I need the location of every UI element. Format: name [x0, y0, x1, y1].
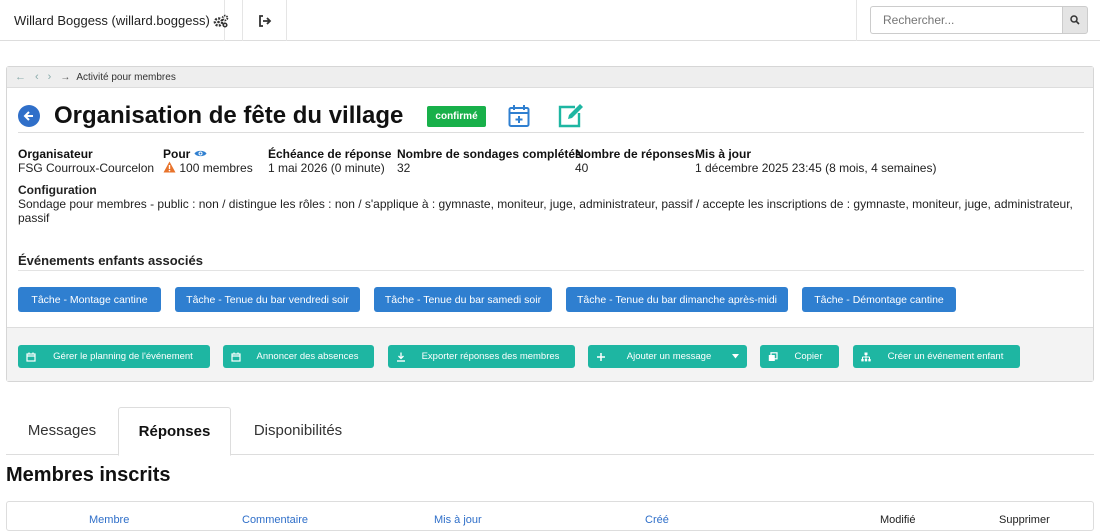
child-event-button[interactable]: Tâche - Tenue du bar dimanche après-midi [566, 287, 788, 312]
button-label: Ajouter un message [626, 351, 712, 362]
meta-label: Nombre de sondages complétés [397, 147, 582, 161]
divider [18, 270, 1084, 271]
create-child-event-button[interactable]: Créer un événement enfant [853, 345, 1020, 368]
button-label: Annoncer des absences [256, 351, 359, 362]
child-event-button[interactable]: Tâche - Tenue du bar samedi soir [374, 287, 552, 312]
column-header-member[interactable]: Membre [89, 514, 129, 526]
config-label: Configuration [18, 183, 97, 197]
logout-button[interactable] [243, 0, 287, 41]
add-to-calendar-button[interactable] [508, 104, 530, 128]
tab-responses[interactable]: Réponses [118, 407, 231, 456]
meta-label: Organisateur [18, 147, 93, 161]
plus-icon [596, 352, 606, 362]
section-title: Membres inscrits [6, 464, 171, 486]
meta-value: 40 [575, 161, 589, 175]
child-events-title: Événements enfants associés [18, 253, 203, 268]
sign-out-icon [258, 14, 271, 27]
export-responses-button[interactable]: Exporter réponses des membres [388, 345, 575, 368]
calendar-plus-icon [508, 105, 530, 127]
chevron-right-icon[interactable]: › [48, 71, 52, 83]
gears-icon [213, 14, 228, 28]
status-badge: confirmé [427, 105, 486, 127]
search-icon [1070, 15, 1080, 25]
column-header-comment[interactable]: Commentaire [242, 514, 308, 526]
chevron-left-icon[interactable]: ‹ [35, 71, 39, 83]
meta-deadline: Échéance de réponse 1 mai 2026 (0 minute… [268, 147, 391, 175]
column-header-modified: Modifié [880, 514, 916, 526]
column-header-updated[interactable]: Mis à jour [434, 514, 482, 526]
download-icon [396, 352, 406, 362]
arrow-left-icon[interactable]: ← [15, 71, 26, 83]
meta-label: Échéance de réponse [268, 147, 392, 161]
settings-button[interactable] [199, 0, 243, 41]
meta-value: 32 [397, 161, 411, 175]
search-area [856, 0, 1100, 41]
child-event-button[interactable]: Tâche - Montage cantine [18, 287, 161, 312]
meta-value: 100 membres [179, 161, 253, 175]
config-text: Sondage pour membres - public : non / di… [18, 197, 1073, 225]
meta-value-wrap: 100 membres [163, 161, 253, 175]
tab-availabilities[interactable]: Disponibilités [242, 407, 354, 455]
column-header-delete: Supprimer [999, 514, 1050, 526]
meta-for: Pour 100 membres [163, 147, 253, 175]
search-button[interactable] [1062, 6, 1088, 34]
tab-bar: Messages Réponses Disponibilités [6, 407, 1094, 456]
caret-down-icon[interactable] [732, 354, 739, 359]
edit-icon [558, 104, 583, 128]
meta-surveys: Nombre de sondages complétés 32 [397, 147, 582, 175]
calendar-icon [26, 352, 36, 362]
child-event-button[interactable]: Tâche - Tenue du bar vendredi soir [175, 287, 360, 312]
divider [18, 132, 1084, 133]
meta-value: FSG Courroux-Courcelon [18, 161, 155, 175]
meta-value: 1 mai 2026 (0 minute) [268, 161, 385, 175]
column-header-created[interactable]: Créé [645, 514, 669, 526]
arrow-right-icon: → [60, 71, 71, 83]
back-button[interactable] [18, 105, 40, 127]
edit-button[interactable] [558, 104, 584, 128]
meta-updated: Mis à jour 1 décembre 2025 23:45 (8 mois… [695, 147, 936, 175]
tab-messages[interactable]: Messages [12, 407, 112, 455]
meta-label: Mis à jour [695, 147, 752, 161]
search-input[interactable] [870, 6, 1063, 34]
meta-label: Nombre de réponses [575, 147, 695, 161]
button-label: Exporter réponses des membres [421, 351, 560, 362]
breadcrumb: ← ‹ › → Activité pour membres [7, 67, 1093, 88]
child-event-button[interactable]: Tâche - Démontage cantine [802, 287, 956, 312]
page-header: Organisation de fête du village confirmé [18, 99, 612, 133]
event-panel: ← ‹ › → Activité pour membres Organisati… [6, 66, 1094, 382]
eye-icon[interactable] [194, 149, 207, 158]
copy-icon [768, 351, 778, 362]
meta-label: Pour [163, 147, 191, 161]
copy-button[interactable]: Copier [760, 345, 839, 368]
page-title: Organisation de fête du village [54, 102, 404, 129]
top-bar: Willard Boggess (willard.boggess) [0, 0, 1100, 41]
announce-absences-button[interactable]: Annoncer des absences [223, 345, 374, 368]
calendar-icon [231, 352, 241, 362]
arrow-left-icon [23, 111, 33, 121]
configuration: Configuration Sondage pour membres - pub… [18, 183, 1078, 225]
meta-organizer: Organisateur FSG Courroux-Courcelon [18, 147, 154, 175]
user-name[interactable]: Willard Boggess (willard.boggess) [0, 0, 225, 41]
button-label: Gérer le planning de l'événement [53, 351, 193, 362]
button-label: Copier [794, 351, 823, 362]
sitemap-icon [861, 352, 871, 362]
warning-icon [163, 161, 176, 173]
manage-planning-button[interactable]: Gérer le planning de l'événement [18, 345, 210, 368]
meta-label-wrap: Pour [163, 147, 253, 161]
add-message-button[interactable]: Ajouter un message [588, 345, 747, 368]
meta-value: 1 décembre 2025 23:45 (8 mois, 4 semaine… [695, 161, 937, 175]
breadcrumb-current: Activité pour membres [76, 71, 176, 83]
members-table: Membre Commentaire Mis à jour Créé Modif… [6, 501, 1094, 531]
action-bar: Gérer le planning de l'événement Annonce… [7, 327, 1093, 381]
button-label: Créer un événement enfant [887, 351, 1004, 362]
meta-responses: Nombre de réponses 40 [575, 147, 694, 175]
